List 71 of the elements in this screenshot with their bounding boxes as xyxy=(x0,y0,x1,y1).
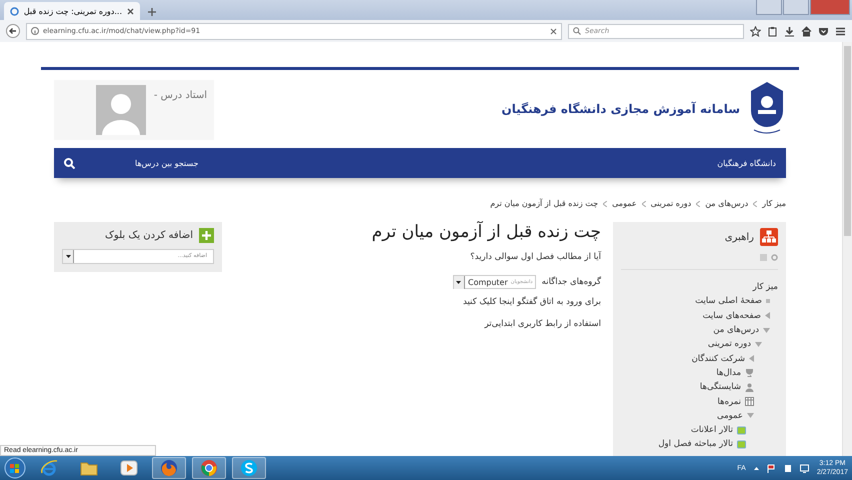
block-title: راهبری xyxy=(724,232,754,242)
clipboard-icon[interactable] xyxy=(767,26,778,36)
ring-swoosh-icon[interactable] xyxy=(40,459,58,477)
chevron-icon xyxy=(753,200,758,206)
intro-text: آیا از مطالب فصل اول سوالی دارید؟ xyxy=(469,252,601,262)
browser-tab[interactable]: ...دوره تمرینی: چت زنده قبل xyxy=(4,2,140,20)
tree-item[interactable]: شرکت کنندگان xyxy=(692,354,745,364)
groups-label: گروه‌های جداگانه xyxy=(542,277,601,287)
menu-icon[interactable] xyxy=(835,26,846,36)
caret-down-icon xyxy=(456,280,462,284)
tree-item[interactable]: تالار اعلانات xyxy=(690,425,733,436)
monitor-icon[interactable] xyxy=(800,464,809,472)
breadcrumb-link[interactable]: دوره تمرینی xyxy=(650,199,692,208)
tree-item[interactable]: نمره‌ها xyxy=(718,396,741,407)
avatar-placeholder xyxy=(96,85,146,135)
tree-item[interactable]: دوره تمرینی xyxy=(708,339,751,350)
block-title: اضافه کردن یک بلوک xyxy=(104,230,193,241)
simple-interface-link[interactable]: استفاده از رابط کاربری ابتدایی‌تر xyxy=(234,319,601,329)
play-icon[interactable] xyxy=(120,460,138,476)
close-icon[interactable] xyxy=(127,8,134,14)
taskbar-button[interactable] xyxy=(152,457,186,479)
search-field[interactable]: جستجو بین درس‌ها xyxy=(135,158,198,168)
search-icon xyxy=(573,27,581,35)
chevron-icon xyxy=(603,200,608,206)
new-tab-icon[interactable] xyxy=(148,8,156,16)
flag-icon[interactable] xyxy=(766,464,776,472)
device-icon[interactable] xyxy=(784,464,792,472)
tree-item[interactable]: صفحهٔ اصلی سایت xyxy=(695,296,762,306)
plus-icon[interactable] xyxy=(199,228,214,243)
home-icon[interactable] xyxy=(801,26,812,36)
spinner-icon xyxy=(10,6,19,16)
chrome-circle-icon[interactable] xyxy=(200,459,218,477)
folder-icon[interactable] xyxy=(80,460,98,476)
page-title: چت زنده قبل از آزمون میان ترم xyxy=(370,222,601,242)
tree-item[interactable]: میز کار xyxy=(752,282,778,292)
caret-down-icon xyxy=(66,255,70,258)
tree-item[interactable]: صفحه‌های سایت xyxy=(702,310,761,321)
scrollbar[interactable] xyxy=(842,42,852,456)
star-icon[interactable] xyxy=(750,26,761,36)
pocket-icon[interactable] xyxy=(818,26,829,36)
breadcrumb-link[interactable]: چت زنده قبل از آزمون میان ترم xyxy=(490,199,598,208)
search-icon[interactable] xyxy=(64,158,75,168)
back-icon[interactable] xyxy=(6,24,20,38)
letter-s-icon[interactable] xyxy=(240,459,258,477)
breadcrumb-link[interactable]: میز کار xyxy=(762,199,786,208)
table-icon xyxy=(745,397,754,406)
tab-title: ...دوره تمرینی: چت زنده قبل xyxy=(24,6,122,16)
tree-item[interactable]: عمومی xyxy=(716,410,743,421)
fox-globe-icon[interactable] xyxy=(160,459,178,477)
chevron-icon xyxy=(696,200,700,206)
bullet-icon xyxy=(766,299,770,304)
trophy-icon xyxy=(745,368,754,378)
tree-item[interactable]: درس‌های من xyxy=(713,325,759,336)
start-orb-icon[interactable] xyxy=(4,457,26,479)
tree-item[interactable]: تالار مباحثه فصل اول xyxy=(658,439,733,450)
download-icon[interactable] xyxy=(784,26,795,36)
person-icon xyxy=(745,382,754,392)
site-title: سامانه آموزش مجازی دانشگاه فرهنگیان xyxy=(502,102,740,116)
tree-item[interactable]: شایستگی‌ها xyxy=(700,382,741,392)
chevron-icon xyxy=(642,200,646,206)
tree-item[interactable]: مدال‌ها xyxy=(716,368,741,378)
caret-up-icon[interactable] xyxy=(754,466,759,470)
taskbar-button[interactable] xyxy=(232,457,266,479)
chat-room-link[interactable]: برای ورود به اتاق گفتگو اینجا کلیک کنید xyxy=(234,297,601,307)
info-icon xyxy=(31,27,39,35)
clear-icon[interactable] xyxy=(550,28,557,34)
taskbar-button[interactable] xyxy=(192,457,226,479)
breadcrumb-link[interactable]: عمومی xyxy=(612,199,637,208)
home-link[interactable]: دانشگاه فرهنگیان xyxy=(717,158,776,168)
breadcrumb-link[interactable]: درس‌های من xyxy=(705,199,748,208)
sitemap-icon xyxy=(760,228,778,246)
